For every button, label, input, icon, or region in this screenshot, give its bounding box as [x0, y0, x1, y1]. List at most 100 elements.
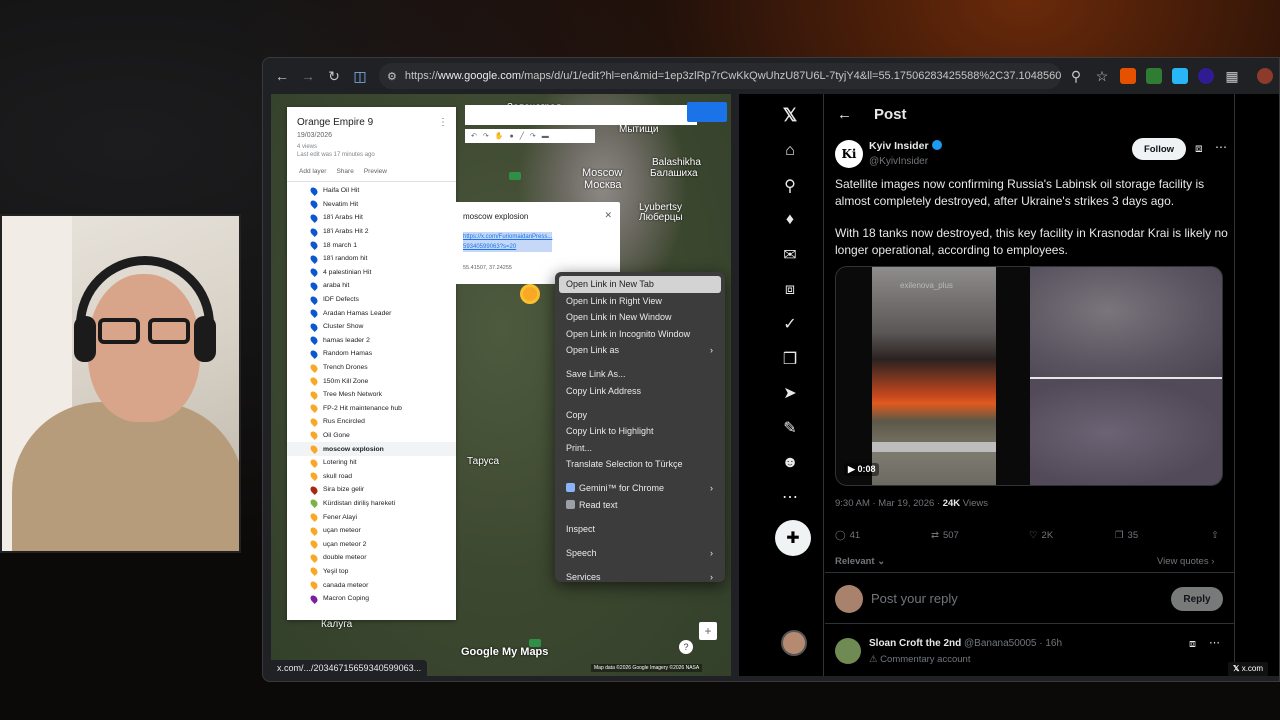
- bookmark-star-icon[interactable]: ☆: [1091, 65, 1113, 87]
- post-more-icon[interactable]: ⋯: [1215, 140, 1227, 154]
- undo-icon[interactable]: ↶: [471, 132, 477, 140]
- context-menu-item[interactable]: Gemini™ for Chrome ›: [559, 480, 721, 497]
- compose-post-button[interactable]: ✚: [775, 520, 811, 556]
- comment-grok-icon[interactable]: ⧈: [1189, 638, 1196, 651]
- placemark-item[interactable]: Random Hamas: [287, 347, 456, 361]
- extension-icon-3[interactable]: [1172, 68, 1188, 84]
- placemark-item[interactable]: moscow explosion: [287, 442, 456, 456]
- reply-button[interactable]: Reply: [1171, 587, 1223, 611]
- placemark-item[interactable]: Nevatim Hit: [287, 198, 456, 212]
- video-thumbnail[interactable]: [872, 267, 996, 485]
- placemark-item[interactable]: araba hit: [287, 279, 456, 293]
- context-menu-item[interactable]: Open Link in Incognito Window: [559, 326, 721, 343]
- hand-icon[interactable]: ✋: [495, 132, 504, 140]
- placemark-item[interactable]: skull road: [287, 469, 456, 483]
- placemark-item[interactable]: Yeşil top: [287, 565, 456, 579]
- placemark-item[interactable]: Haifa Oil Hit: [287, 184, 456, 198]
- share-button[interactable]: Share: [336, 168, 353, 175]
- view-quotes-link[interactable]: View quotes ›: [1157, 556, 1214, 567]
- profile-icon[interactable]: ☻: [779, 452, 801, 474]
- forward-icon[interactable]: →: [297, 65, 319, 87]
- placemark-item[interactable]: double meteor: [287, 551, 456, 565]
- back-arrow-icon[interactable]: ←: [837, 106, 852, 123]
- reply-sort-dropdown[interactable]: Relevant ⌄: [835, 556, 885, 567]
- share-icon[interactable]: ⇧: [1211, 530, 1219, 541]
- add-layer-button[interactable]: Add layer: [299, 168, 326, 175]
- link-line-1[interactable]: https://x.com/FuriomaidanPress...: [463, 234, 552, 240]
- placemark-item[interactable]: Lotering hit: [287, 456, 456, 470]
- communities-icon[interactable]: ✓: [779, 313, 801, 335]
- author-name-row[interactable]: Kyiv Insider: [869, 140, 942, 152]
- placemark-item[interactable]: 18'i Arabs Hit 2: [287, 225, 456, 239]
- context-menu-item[interactable]: Translate Selection to Türkçe: [559, 456, 721, 473]
- home-icon[interactable]: ⌂: [779, 140, 801, 162]
- reply-item[interactable]: Sloan Croft the 2nd @Banana50005 · 16h ⚠…: [825, 626, 1235, 676]
- reply-stat[interactable]: ◯ 41: [835, 530, 860, 541]
- placemark-item[interactable]: Macron Coping: [287, 592, 456, 606]
- rocket-icon[interactable]: ➤: [779, 382, 801, 404]
- commenter-name[interactable]: Sloan Croft the 2nd: [869, 638, 961, 649]
- context-menu-item[interactable]: Services ›: [559, 569, 721, 586]
- reply-input[interactable]: Post your reply: [871, 591, 958, 606]
- redo-icon[interactable]: ↷: [483, 132, 489, 140]
- placemark-item[interactable]: IDF Defects: [287, 293, 456, 307]
- comment-more-icon[interactable]: ⋯: [1209, 636, 1220, 649]
- context-menu-item[interactable]: Save Link As...: [559, 366, 721, 383]
- extensions-puzzle-icon[interactable]: ▦: [1221, 65, 1243, 87]
- post-timestamp[interactable]: 9:30 AM · Mar 19, 2026 ·: [835, 498, 943, 509]
- placemark-item[interactable]: 18 march 1: [287, 238, 456, 252]
- context-menu-item[interactable]: Open Link in Right View: [559, 293, 721, 310]
- context-menu-item[interactable]: Copy: [559, 407, 721, 424]
- infowindow-link[interactable]: https://x.com/FuriomaidanPress... 5934059…: [463, 232, 553, 252]
- placemark-item[interactable]: Sira bize gelir: [287, 483, 456, 497]
- articles-icon[interactable]: ✎: [779, 417, 801, 439]
- map-search-input[interactable]: [465, 105, 697, 125]
- placemark-item[interactable]: canada meteor: [287, 578, 456, 592]
- grok-icon[interactable]: ⧈: [779, 279, 801, 301]
- placemark-item[interactable]: 150m Kill Zone: [287, 374, 456, 388]
- placemark-item[interactable]: Aradan Hamas Leader: [287, 306, 456, 320]
- profile-icon[interactable]: [1257, 68, 1273, 84]
- placemark-item[interactable]: Trench Drones: [287, 361, 456, 375]
- repost-stat[interactable]: ⇄ 507: [931, 530, 959, 541]
- placemark-item[interactable]: uçan meteor 2: [287, 537, 456, 551]
- map-title[interactable]: Orange Empire 9: [297, 117, 446, 128]
- placemark-item[interactable]: Cluster Show: [287, 320, 456, 334]
- address-bar[interactable]: ⚙ https://www.google.com/maps/d/u/1/edit…: [379, 63, 1061, 89]
- satellite-image[interactable]: [1030, 267, 1222, 485]
- placemark-item[interactable]: Fener Alayi: [287, 510, 456, 524]
- context-menu-item[interactable]: Read text: [559, 497, 721, 514]
- line-icon[interactable]: ╱: [520, 132, 524, 140]
- context-menu-item[interactable]: Inspect: [559, 521, 721, 538]
- context-menu-item[interactable]: Print...: [559, 440, 721, 457]
- placemark-item[interactable]: hamas leader 2: [287, 334, 456, 348]
- bookmark-stat[interactable]: ❒ 35: [1115, 530, 1138, 541]
- context-menu-item[interactable]: Open Link in New Window: [559, 309, 721, 326]
- account-button[interactable]: [687, 102, 727, 122]
- help-icon[interactable]: ?: [679, 640, 693, 654]
- link-line-2[interactable]: 59340599063?s=20: [463, 244, 516, 250]
- placemark-item[interactable]: FP-2 Hit maintenance hub: [287, 402, 456, 416]
- close-icon[interactable]: ✕: [604, 210, 612, 221]
- grok-explain-icon[interactable]: ⧈: [1195, 141, 1203, 156]
- marker-icon[interactable]: ●: [509, 133, 513, 140]
- zoom-in-button[interactable]: +: [699, 622, 717, 640]
- extension-icon-4[interactable]: [1198, 68, 1214, 84]
- directions-icon[interactable]: ↷: [530, 132, 536, 140]
- user-avatar[interactable]: [781, 630, 807, 656]
- author-name[interactable]: Kyiv Insider: [869, 140, 929, 152]
- more-options-icon[interactable]: ⋮: [438, 117, 448, 128]
- site-settings-icon[interactable]: ⚙: [387, 70, 397, 83]
- selected-marker[interactable]: [520, 284, 540, 304]
- context-menu-item[interactable]: Copy Link to Highlight: [559, 423, 721, 440]
- more-icon[interactable]: ⋯: [779, 486, 801, 508]
- follow-button[interactable]: Follow: [1132, 138, 1186, 160]
- back-icon[interactable]: ←: [271, 65, 293, 87]
- placemark-item[interactable]: 4 palestinian Hit: [287, 266, 456, 280]
- reload-icon[interactable]: ↻: [323, 65, 345, 87]
- zoom-icon[interactable]: ⚲: [1065, 65, 1087, 87]
- placemark-item[interactable]: Kürdistan diriliş hareketi: [287, 497, 456, 511]
- commenter-name-row[interactable]: Sloan Croft the 2nd @Banana50005 · 16h: [869, 638, 1062, 649]
- post-media[interactable]: exilenova_plus ▶ 0:08: [835, 266, 1223, 486]
- notifications-icon[interactable]: ♦: [779, 209, 801, 231]
